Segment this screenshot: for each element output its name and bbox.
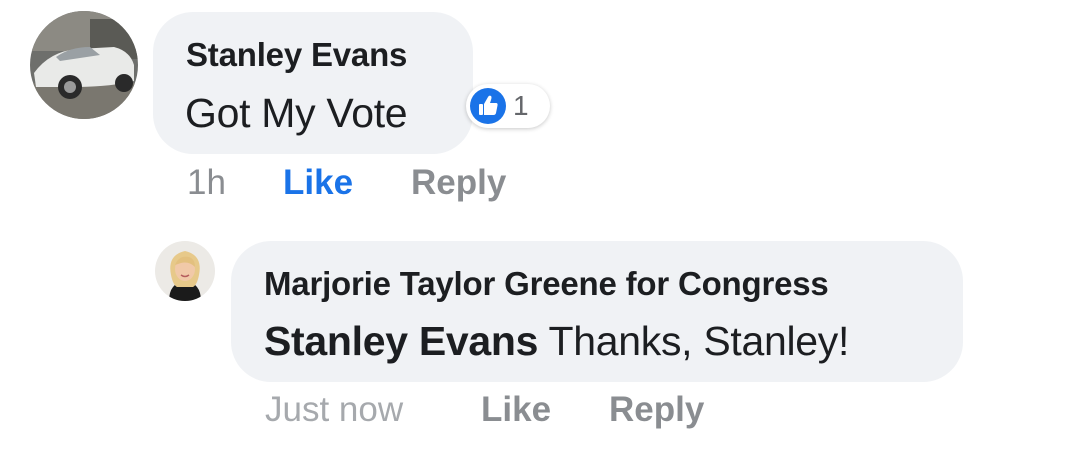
avatar-stanley-evans[interactable] [30,11,138,119]
reply-text-line: Stanley Evans Thanks, Stanley! [264,318,849,365]
avatar-marjorie-taylor-greene[interactable] [155,241,215,301]
comment-thread: Stanley Evans Got My Vote 1 1h Like Repl… [0,0,1080,462]
comment-bubble: Stanley Evans Got My Vote [153,12,473,154]
reply-timestamp[interactable]: Just now [265,390,403,430]
comment-timestamp[interactable]: 1h [187,163,226,203]
reply-author[interactable]: Marjorie Taylor Greene for Congress [264,265,829,303]
like-button[interactable]: Like [283,163,353,203]
comment-author[interactable]: Stanley Evans [186,36,407,74]
reaction-summary[interactable]: 1 [466,84,550,128]
comment-text: Got My Vote [185,90,408,136]
mention-link[interactable]: Stanley Evans [264,318,538,364]
reply-button[interactable]: Reply [609,390,704,430]
reply-text: Thanks, Stanley! [548,318,850,364]
reaction-count: 1 [513,90,529,121]
like-button[interactable]: Like [481,390,551,430]
reply-button[interactable]: Reply [411,163,506,203]
like-thumbs-up-icon [470,88,506,124]
reply-bubble: Marjorie Taylor Greene for Congress Stan… [231,241,963,382]
